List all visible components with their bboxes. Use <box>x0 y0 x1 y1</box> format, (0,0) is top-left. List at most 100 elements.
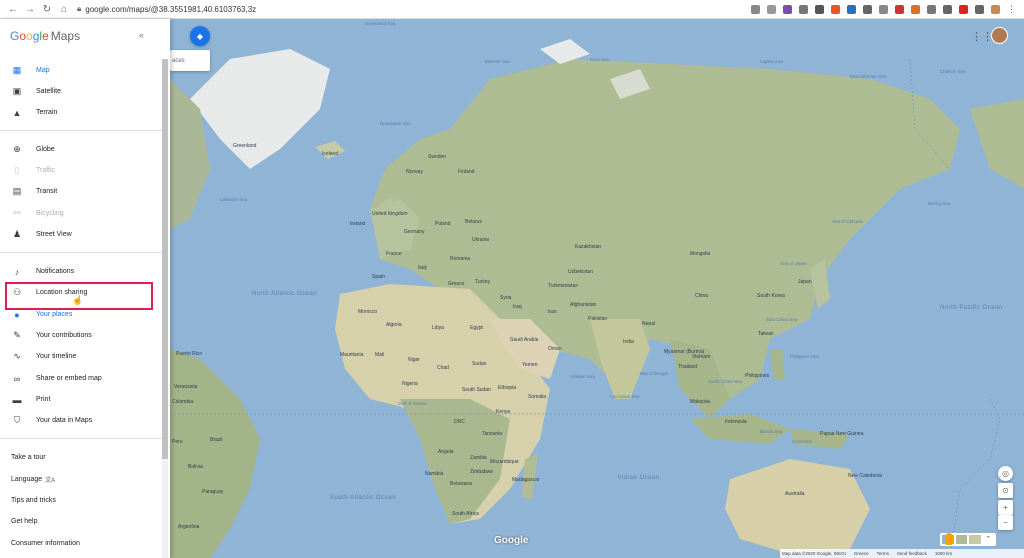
extension-icon[interactable] <box>799 4 808 14</box>
map-label: Syria <box>500 295 512 301</box>
zoom-in-button[interactable]: + <box>998 500 1013 515</box>
forward-icon[interactable]: → <box>25 4 35 15</box>
map-canvas[interactable]: Greenland Sea Barents Sea Kara Sea Lapte… <box>170 19 1024 558</box>
menu-item-bicycling[interactable]: ⚯ Bicycling <box>0 203 160 224</box>
map-label: Mauritania <box>340 352 364 358</box>
map-label: Vietnam <box>692 354 711 360</box>
zoom-icon[interactable] <box>751 4 760 14</box>
address-bar[interactable]: 🔒︎ google.com/maps/@38.3551981,40.610376… <box>77 4 751 14</box>
menu-label: Traffic <box>36 167 56 174</box>
zoom-out-button[interactable]: − <box>998 515 1013 530</box>
map-label: East Siberian Sea <box>850 74 887 79</box>
menu-item-your-data[interactable]: ⛉ Your data in Maps <box>0 410 160 431</box>
layer-thumb[interactable] <box>955 535 967 544</box>
menu-item-notifications[interactable]: ♪ Notifications <box>0 261 160 282</box>
extension-icon[interactable] <box>831 4 840 14</box>
reload-icon[interactable]: ↻ <box>42 4 52 15</box>
map-label: Arabian Sea <box>570 374 595 379</box>
traffic-icon: ▯ <box>14 165 20 175</box>
scrollbar-thumb[interactable] <box>162 59 168 459</box>
mail-icon[interactable] <box>943 4 952 14</box>
map-label: North Atlantic Ocean <box>252 291 318 297</box>
extension-icon[interactable] <box>847 4 856 14</box>
menu-item-consumer-info[interactable]: Consumer information <box>0 533 160 554</box>
globe-icon: ⊕ <box>13 144 21 154</box>
pegman-icon: ♟ <box>12 229 22 239</box>
menu-item-print[interactable]: ▬ Print <box>0 389 160 410</box>
menu-item-language[interactable]: Language 文A <box>0 469 160 490</box>
map-label: DRC <box>454 419 465 425</box>
menu-item-your-places[interactable]: ● Your places <box>0 304 160 325</box>
expand-icon[interactable]: ⌃ <box>982 535 994 544</box>
my-location-icon[interactable]: ⊙ <box>998 483 1013 498</box>
queue-icon[interactable] <box>975 4 984 14</box>
menu-item-share-embed[interactable]: ∞ Share or embed map <box>0 368 160 389</box>
extension-icon[interactable] <box>927 4 936 14</box>
menu-item-help[interactable]: Get help <box>0 511 160 532</box>
menu-item-your-timeline[interactable]: ∿ Your timeline <box>0 346 160 367</box>
google-maps-logo[interactable]: Google Maps <box>10 29 80 43</box>
map-label: Puerto Rico <box>176 351 203 357</box>
menu-item-globe[interactable]: ⊕ Globe <box>0 139 160 160</box>
pin-icon: ● <box>14 309 20 320</box>
map-label: Japan <box>798 279 812 285</box>
extension-icon[interactable] <box>815 4 824 14</box>
back-icon[interactable]: ← <box>8 4 18 15</box>
map-label: North Pacific Ocean <box>940 305 1003 311</box>
url-text[interactable]: google.com/maps/@38.3551981,40.6103763,3… <box>85 5 256 14</box>
browser-toolbar: ← → ↻ ⌂ 🔒︎ google.com/maps/@38.3551981,4… <box>0 0 1024 19</box>
map-label: Brazil <box>210 437 223 443</box>
extension-icon[interactable] <box>911 4 920 14</box>
map-label: Bering Sea <box>928 201 951 206</box>
star-icon[interactable] <box>767 4 776 14</box>
translate-icon: 文A <box>45 478 56 484</box>
map-label: Pakistan <box>588 316 608 322</box>
side-menu: Google Maps « ▦ Map ▣ Satellite ▲ Terrain ⊕ G… <box>0 19 170 558</box>
account-avatar[interactable] <box>991 27 1008 44</box>
collapse-menu-icon[interactable]: « <box>139 30 144 40</box>
menu-label: Globe <box>36 146 55 153</box>
menu-item-street-view[interactable]: ♟ Street View <box>0 224 160 245</box>
send-feedback-link[interactable]: Send feedback <box>897 551 927 556</box>
terms-link[interactable]: Terms <box>877 551 889 556</box>
menu-item-transit[interactable]: ▤ Transit <box>0 181 160 202</box>
map-label: Norwegian Sea <box>380 121 411 126</box>
map-label: Taiwan <box>758 331 774 337</box>
menu-item-take-tour[interactable]: Take a tour <box>0 447 160 468</box>
apps-grid-icon[interactable]: ⋮⋮ <box>971 30 993 43</box>
map-label: Namibia <box>425 471 444 477</box>
home-icon[interactable]: ⌂ <box>59 4 69 15</box>
region-link[interactable]: Greece <box>854 551 869 556</box>
map-label: Laptev Sea <box>760 59 783 64</box>
map-icon: ▦ <box>12 65 22 75</box>
menu-item-your-contributions[interactable]: ✎ Your contributions <box>0 325 160 346</box>
compass-icon[interactable]: ◎ <box>998 466 1013 481</box>
extension-icon[interactable] <box>879 4 888 14</box>
profile-avatar[interactable] <box>991 4 1000 14</box>
print-icon: ▬ <box>12 394 22 405</box>
your-places-chip[interactable]: aces <box>170 50 210 71</box>
extension-icon[interactable] <box>895 4 904 14</box>
menu-label: Language <box>11 476 43 483</box>
menu-item-satellite[interactable]: ▣ Satellite <box>0 81 160 102</box>
scale-bar[interactable]: 1000 km <box>935 551 952 556</box>
sidebar-scrollbar[interactable] <box>162 59 168 558</box>
menu-item-traffic[interactable]: ▯ Traffic <box>0 160 160 181</box>
layer-thumb[interactable] <box>969 535 981 544</box>
extension-icon[interactable] <box>783 4 792 14</box>
map-label: Ukraine <box>472 237 490 243</box>
map-label: Angola <box>438 449 454 455</box>
menu-label: Your contributions <box>36 332 92 339</box>
menu-item-tips[interactable]: Tips and tricks <box>0 490 160 511</box>
pegman-icon[interactable] <box>945 533 953 545</box>
menu-dots-icon[interactable]: ⋮ <box>1007 4 1016 14</box>
extension-icon[interactable] <box>959 4 968 14</box>
map-label: Libya <box>432 325 444 331</box>
menu-item-map[interactable]: ▦ Map <box>0 60 160 81</box>
map-footer: Map data ©2020 Google, INEGI Greece Term… <box>780 549 1024 558</box>
directions-button[interactable]: ◆ <box>190 26 210 46</box>
menu-item-terrain[interactable]: ▲ Terrain <box>0 102 160 123</box>
map-label: United Kingdom <box>372 211 408 217</box>
map-label: Sea of Okhotsk <box>832 219 863 224</box>
extension-icon[interactable] <box>863 4 872 14</box>
